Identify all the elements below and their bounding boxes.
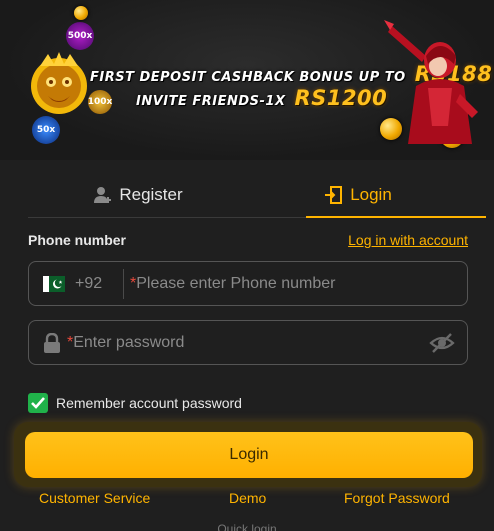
multiplier-chip-50x: 50x xyxy=(32,116,60,144)
banner-line-deposit: FIRST DEPOSIT CASHBACK BONUS UP TO RS188 xyxy=(90,62,492,86)
banner-line-text: FIRST DEPOSIT CASHBACK BONUS UP TO xyxy=(90,70,406,85)
chip-label: 50x xyxy=(36,125,56,135)
banner-amount: RS1200 xyxy=(294,86,388,110)
password-field[interactable]: * Enter password xyxy=(28,320,468,365)
golden-mask-icon xyxy=(31,52,87,114)
gold-coin-icon xyxy=(74,6,88,20)
phone-field[interactable]: +92 * Please enter Phone number xyxy=(28,261,468,306)
multiplier-chip-500x: 500x xyxy=(66,22,94,50)
door-login-icon xyxy=(325,185,343,204)
tab-login[interactable]: Login xyxy=(248,172,486,218)
password-input[interactable]: Enter password xyxy=(73,334,184,352)
heroine-character-icon xyxy=(384,20,478,144)
banner-line-text: INVITE FRIENDS-1X xyxy=(136,94,286,109)
checkmark-icon xyxy=(31,397,45,409)
demo-link[interactable]: Demo xyxy=(229,490,266,506)
login-with-account-link[interactable]: Log in with account xyxy=(348,232,468,248)
customer-service-link[interactable]: Customer Service xyxy=(39,490,150,506)
remember-label: Remember account password xyxy=(56,395,242,411)
auth-tabs: Register Login xyxy=(28,172,486,218)
field-divider xyxy=(123,268,124,299)
phone-number-label: Phone number xyxy=(28,232,127,248)
promo-banner[interactable]: 500x 100x 50x FIRST DEPOSIT CASHBACK BON… xyxy=(0,0,494,160)
remember-checkbox[interactable] xyxy=(28,393,48,413)
lock-icon xyxy=(44,332,60,353)
phone-input[interactable]: Please enter Phone number xyxy=(136,275,335,293)
remember-password-toggle[interactable]: Remember account password xyxy=(28,393,242,413)
country-code[interactable]: +92 xyxy=(75,275,113,293)
chip-label: 100x xyxy=(87,97,113,107)
chip-label: 500x xyxy=(67,31,93,41)
pakistan-flag-icon xyxy=(43,275,65,292)
add-user-icon xyxy=(94,186,112,203)
phone-label-row: Phone number Log in with account xyxy=(28,232,468,248)
login-button[interactable]: Login xyxy=(25,432,473,478)
footer-links: Customer Service Demo Forgot Password xyxy=(0,490,494,510)
eye-hidden-icon[interactable] xyxy=(429,331,455,355)
quick-login-label: Quick login xyxy=(217,522,277,531)
tab-register[interactable]: Register xyxy=(28,172,248,217)
tab-label: Register xyxy=(119,184,183,204)
tab-label: Login xyxy=(350,184,392,204)
forgot-password-link[interactable]: Forgot Password xyxy=(344,490,450,506)
multiplier-chip-100x: 100x xyxy=(88,90,112,114)
